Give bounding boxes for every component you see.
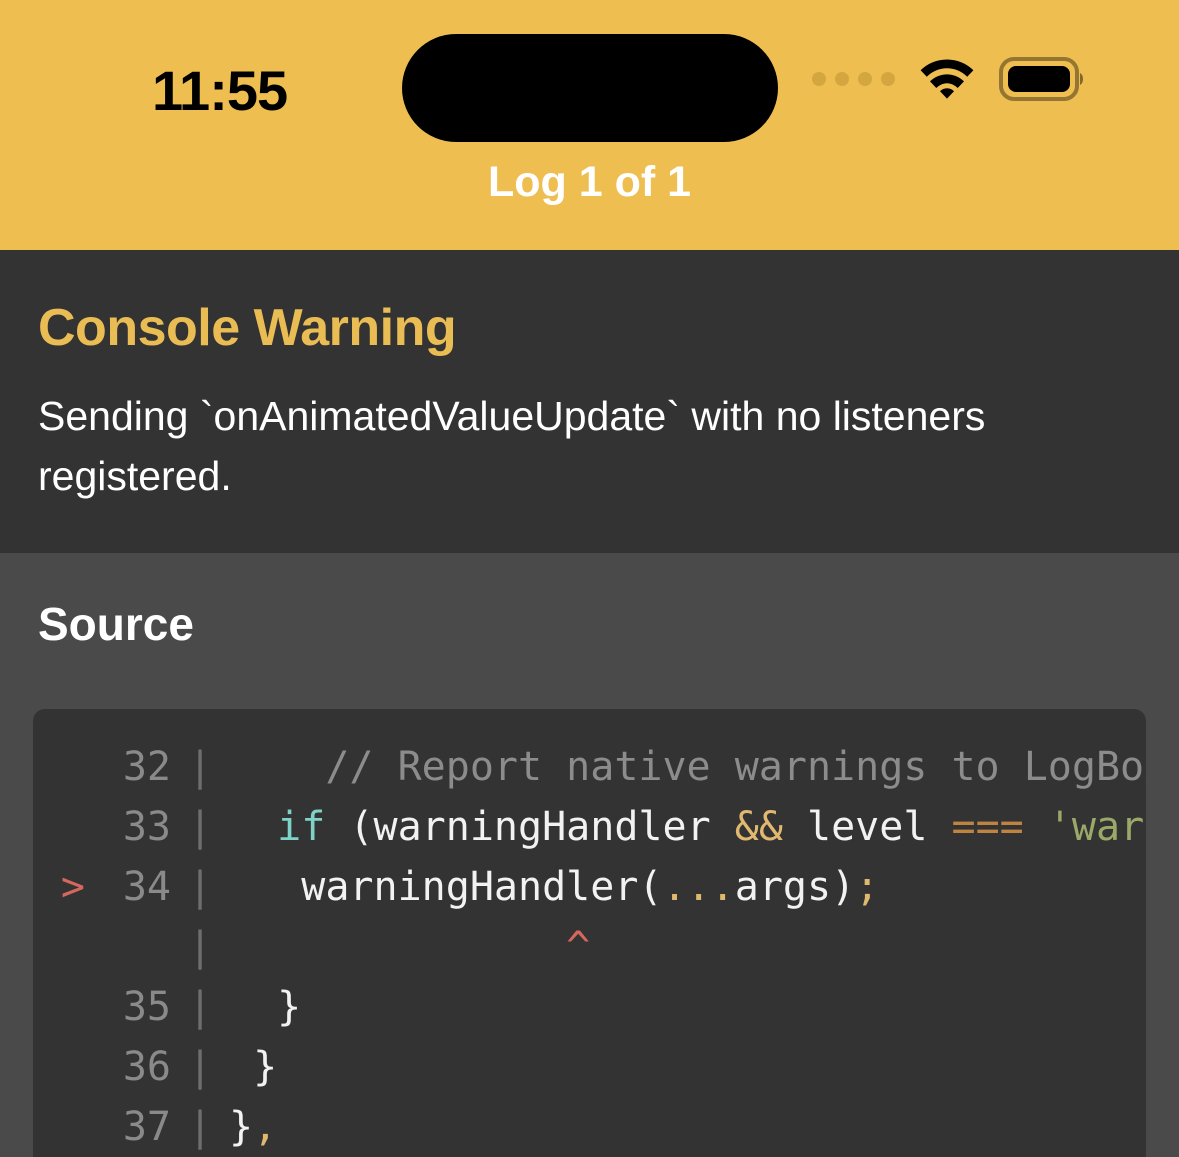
status-bar: 11:55	[0, 0, 1179, 160]
code-token-plain: warningHandler(	[229, 863, 663, 910]
code-line: >34 | warningHandler(...args);	[33, 857, 1146, 917]
status-bar-time: 11:55	[152, 59, 288, 122]
code-marker-spacer	[33, 1097, 85, 1157]
code-token-plain: }	[229, 1043, 278, 1090]
code-token-plain: }	[229, 1103, 254, 1150]
warning-section: Console Warning Sending `onAnimatedValue…	[0, 250, 1179, 553]
status-bar-indicators	[812, 56, 1085, 102]
code-token-plain: (warningHandler	[325, 803, 735, 850]
cellular-dot	[881, 72, 895, 86]
code-line-text: ^	[229, 917, 1146, 977]
code-line: 36 | }	[33, 1037, 1146, 1097]
code-line-text: warningHandler(...args);	[229, 857, 1146, 917]
code-line-text: if (warningHandler && level === 'warn')	[229, 797, 1146, 857]
cellular-dot	[812, 72, 826, 86]
code-token-punct: ...	[662, 863, 735, 910]
code-marker-spacer	[33, 1037, 85, 1097]
cellular-dot	[858, 72, 872, 86]
cellular-dots-icon	[812, 72, 895, 86]
source-heading: Source	[38, 597, 194, 650]
code-marker-spacer	[33, 737, 85, 797]
code-gutter-divider: |	[187, 1103, 213, 1150]
code-token-keyword: if	[277, 803, 326, 850]
code-marker-spacer	[33, 977, 85, 1037]
code-gutter-divider: |	[187, 983, 213, 1030]
code-line: 33 | if (warningHandler && level === 'war…	[33, 797, 1146, 857]
source-section: Source 32 | // Report native warnings to …	[0, 552, 1179, 1157]
code-token-punct: ;	[855, 863, 880, 910]
code-token-plain: level	[782, 803, 952, 850]
code-gutter-divider: |	[187, 743, 213, 790]
code-line-number: 36	[122, 1043, 171, 1090]
code-gutter-divider: |	[187, 863, 213, 910]
code-line-number: 35	[122, 983, 171, 1030]
code-marker-spacer	[33, 797, 85, 857]
code-token-string: 'warn'	[1047, 803, 1146, 850]
code-line-text: // Report native warnings to LogBox	[229, 737, 1146, 797]
code-token-caret: ^	[566, 923, 591, 970]
warning-message: Sending `onAnimatedValueUpdate` with no …	[38, 393, 986, 500]
code-token-plain: args)	[734, 863, 856, 910]
code-line: | ^	[33, 917, 1146, 977]
page-title: Log 1 of 1	[487, 158, 692, 206]
code-token-operator: &&	[734, 803, 783, 850]
code-line-number: 32	[122, 743, 171, 790]
code-gutter-divider: |	[187, 1043, 213, 1090]
code-line: 32 | // Report native warnings to LogBox	[33, 737, 1146, 797]
code-line-number: 37	[122, 1103, 171, 1150]
code-marker-spacer	[33, 917, 85, 977]
logbox-header: 11:55 Log 1 of 1	[0, 0, 1179, 250]
code-token-comment: // Report native warnings to LogBox	[325, 743, 1146, 790]
code-line-text: },	[229, 1097, 1146, 1157]
wifi-icon	[920, 59, 974, 99]
code-error-marker-icon: >	[60, 863, 85, 910]
code-token-punct: ,	[253, 1103, 278, 1150]
battery-full-icon	[999, 57, 1083, 101]
warning-title: Console Warning	[38, 299, 457, 357]
code-line-number: 34	[122, 863, 171, 910]
code-line: 37 |},	[33, 1097, 1146, 1157]
code-gutter-divider: |	[187, 803, 213, 850]
dynamic-island	[402, 34, 778, 142]
code-line-text: }	[229, 977, 1146, 1037]
code-gutter-divider: |	[187, 923, 213, 970]
cellular-dot	[835, 72, 849, 86]
code-token-compare: ===	[951, 803, 1024, 850]
code-block[interactable]: 32 | // Report native warnings to LogBox …	[33, 708, 1146, 1157]
code-line-number: 33	[122, 803, 171, 850]
code-token-plain: }	[229, 983, 302, 1030]
code-line: 35 | }	[33, 977, 1146, 1037]
code-line-text: }	[229, 1037, 1146, 1097]
